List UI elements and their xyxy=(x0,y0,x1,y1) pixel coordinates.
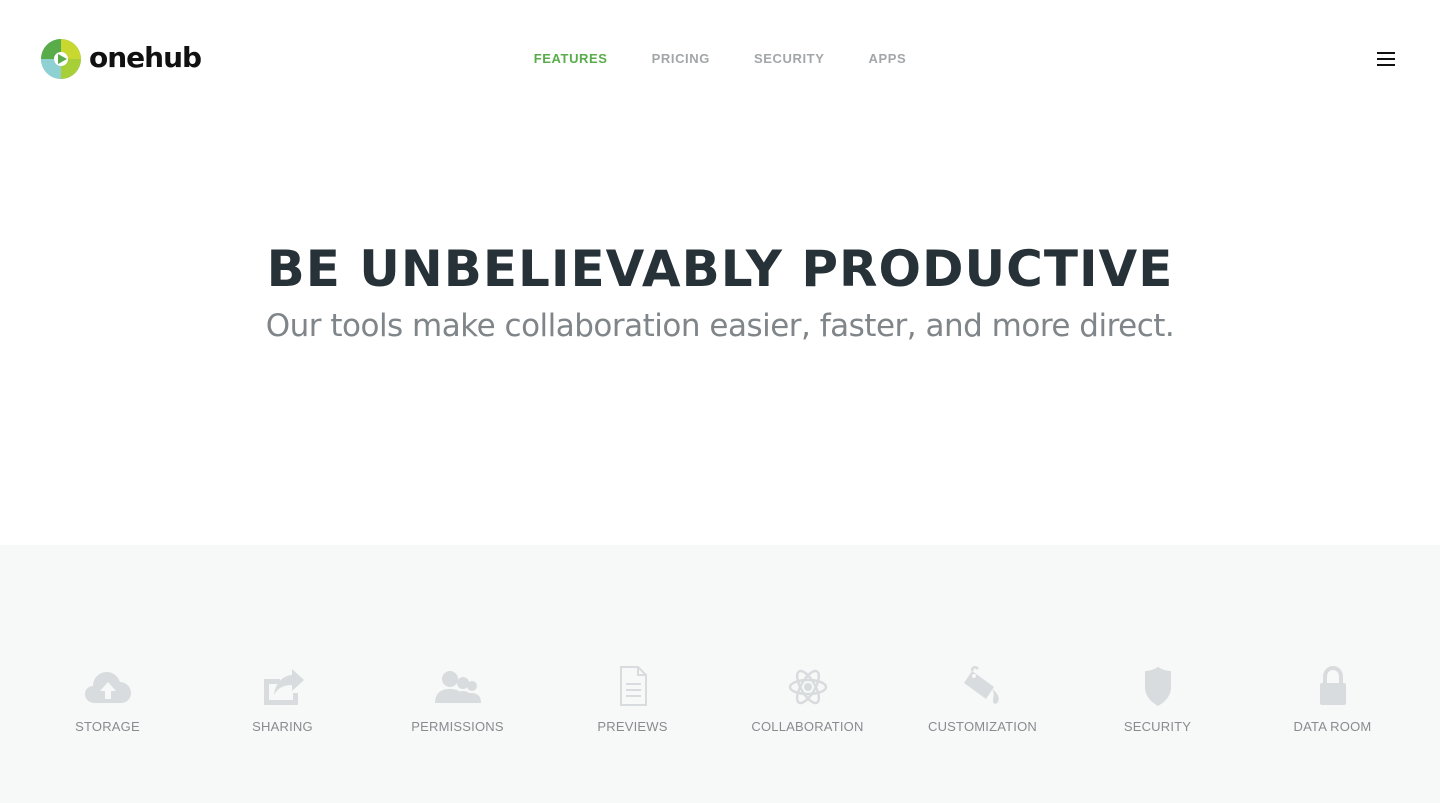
users-icon xyxy=(433,665,483,709)
paint-bucket-icon xyxy=(958,665,1008,709)
feature-label: PREVIEWS xyxy=(597,719,668,734)
feature-data-room[interactable]: DATA ROOM xyxy=(1245,665,1420,735)
cloud-upload-icon xyxy=(83,665,133,709)
shield-icon xyxy=(1133,665,1183,709)
feature-label: SHARING xyxy=(252,719,313,734)
feature-storage[interactable]: STORAGE xyxy=(20,665,195,735)
hamburger-icon[interactable] xyxy=(1374,50,1398,68)
feature-label: SECURITY xyxy=(1123,719,1192,734)
lock-icon xyxy=(1308,665,1358,709)
nav-item-apps[interactable]: APPS xyxy=(847,51,929,67)
feature-collaboration[interactable]: COLLABORATION xyxy=(720,665,895,735)
share-icon xyxy=(258,665,308,709)
feature-label: PERMISSIONS xyxy=(411,719,504,734)
feature-label: DATA ROOM xyxy=(1293,719,1372,734)
features-bar: STORAGE SHARING PERMISSIONS PREVIEWS COL… xyxy=(0,545,1440,803)
feature-sharing[interactable]: SHARING xyxy=(195,665,370,735)
site-header: onehub FEATURES PRICING SECURITY APPS xyxy=(0,0,1440,118)
nav-item-security[interactable]: SECURITY xyxy=(732,51,847,67)
atom-icon xyxy=(783,665,833,709)
feature-label: STORAGE xyxy=(75,719,140,734)
nav-item-features[interactable]: FEATURES xyxy=(512,51,630,67)
feature-previews[interactable]: PREVIEWS xyxy=(545,665,720,735)
feature-label: COLLABORATION xyxy=(751,719,864,734)
nav-item-pricing[interactable]: PRICING xyxy=(630,51,732,67)
feature-security[interactable]: SECURITY xyxy=(1070,665,1245,735)
hero-subtitle: Our tools make collaboration easier, fas… xyxy=(265,308,1175,344)
feature-permissions[interactable]: PERMISSIONS xyxy=(370,665,545,735)
feature-customization[interactable]: CUSTOMIZATION xyxy=(895,665,1070,735)
main-nav: FEATURES PRICING SECURITY APPS xyxy=(0,51,1440,67)
hero-title: BE UNBELIEVABLY PRODUCTIVE xyxy=(266,240,1174,298)
hero-section: BE UNBELIEVABLY PRODUCTIVE Our tools mak… xyxy=(0,118,1440,545)
document-icon xyxy=(608,665,658,709)
feature-label: CUSTOMIZATION xyxy=(927,719,1037,734)
